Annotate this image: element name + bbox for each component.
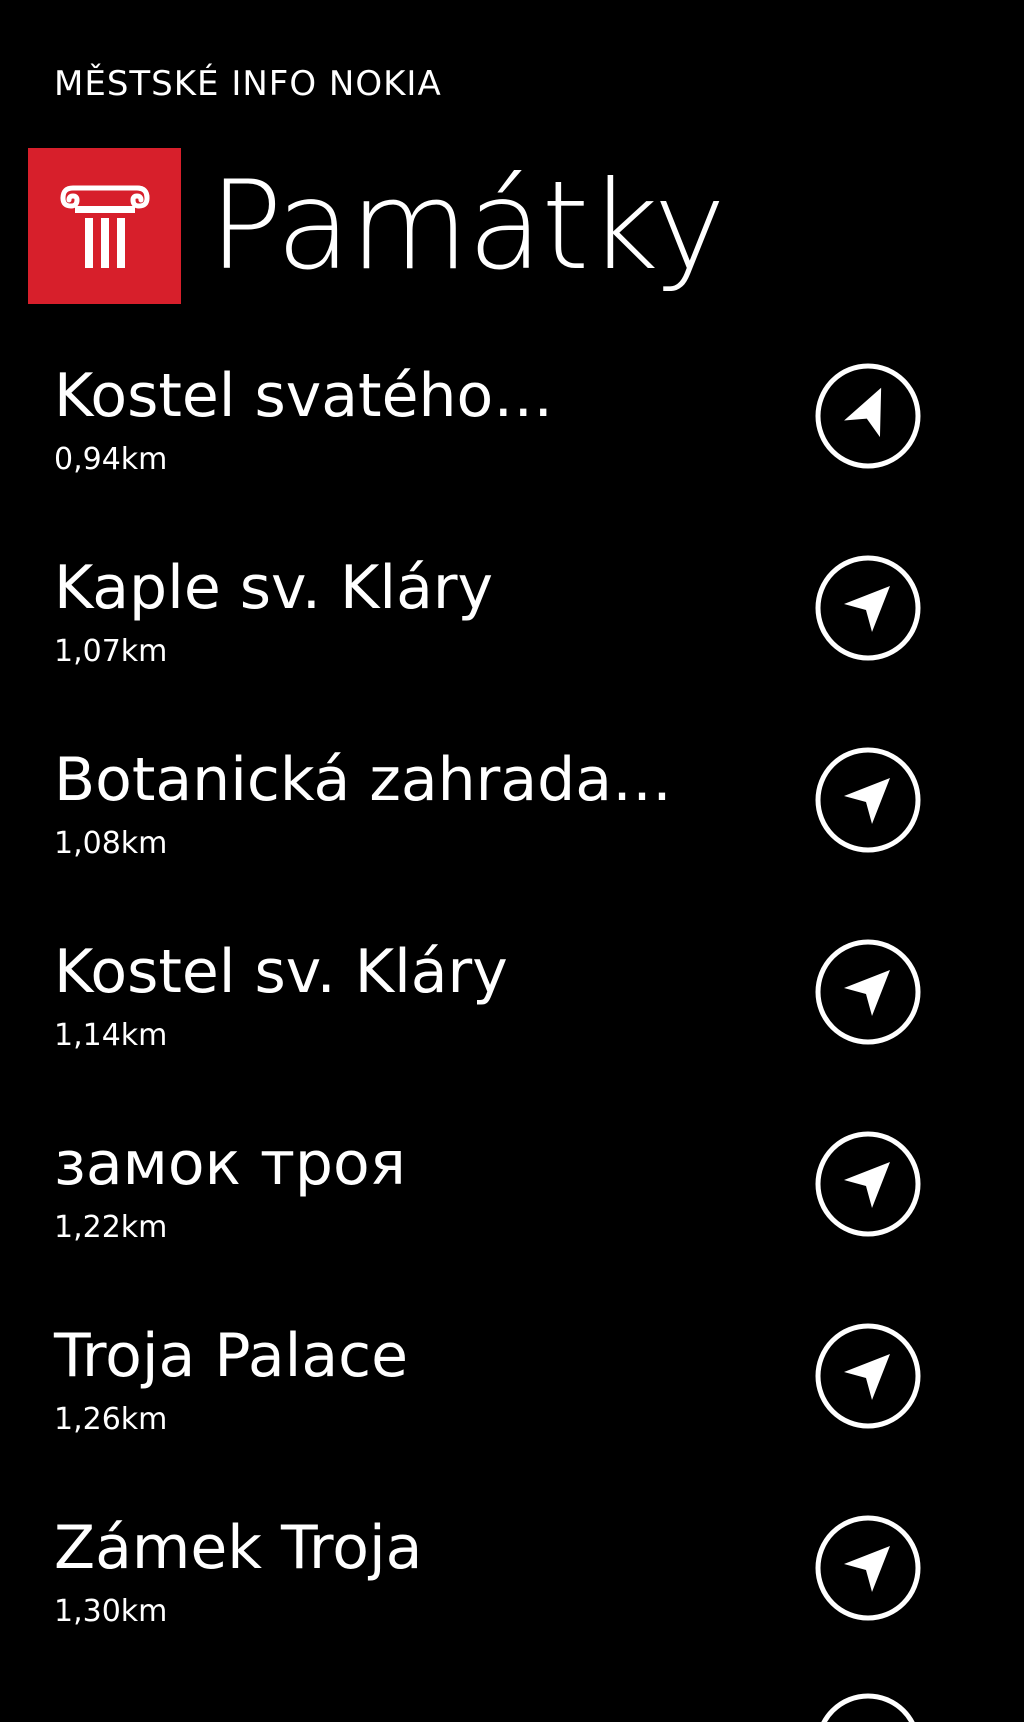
- navigate-arrow-icon: [815, 1323, 921, 1429]
- list-item[interactable]: замок троя 1,22km: [0, 1120, 1024, 1312]
- page-header: Památky: [28, 148, 726, 304]
- navigate-button[interactable]: [814, 1130, 922, 1238]
- place-distance: 1,30km: [54, 1594, 168, 1629]
- app-title: MĚSTSKÉ INFO NOKIA: [54, 64, 442, 104]
- place-distance: 1,08km: [54, 826, 168, 861]
- navigate-button-partial[interactable]: [814, 1692, 922, 1722]
- place-distance: 0,94km: [54, 442, 168, 477]
- page-title: Památky: [209, 155, 726, 297]
- list-item[interactable]: Zámek Troja 1,30km: [0, 1504, 1024, 1696]
- list-item[interactable]: Botanická zahrada… 1,08km: [0, 736, 1024, 928]
- list-item[interactable]: Troja Palace 1,26km: [0, 1312, 1024, 1504]
- navigate-arrow-icon: [815, 1131, 921, 1237]
- list-item[interactable]: Kostel svatého… 0,94km: [0, 352, 1024, 544]
- navigate-arrow-icon: [815, 1515, 921, 1621]
- place-name: Kostel svatého…: [54, 361, 554, 431]
- place-name: Kaple sv. Kláry: [54, 553, 494, 623]
- navigate-arrow-icon: [821, 1693, 915, 1722]
- navigate-button[interactable]: [814, 1514, 922, 1622]
- navigate-arrow-icon: [815, 939, 921, 1045]
- place-name: Zámek Troja: [54, 1513, 423, 1583]
- place-name: Kostel sv. Kláry: [54, 937, 508, 1007]
- place-distance: 1,22km: [54, 1210, 168, 1245]
- navigate-button[interactable]: [814, 746, 922, 854]
- place-distance: 1,26km: [54, 1402, 168, 1437]
- list-item[interactable]: Kaple sv. Kláry 1,07km: [0, 544, 1024, 736]
- place-distance: 1,14km: [54, 1018, 168, 1053]
- navigate-arrow-icon: [815, 747, 921, 853]
- navigate-button[interactable]: [814, 554, 922, 662]
- place-name: Botanická zahrada…: [54, 745, 672, 815]
- column-icon: [60, 185, 150, 268]
- navigate-button[interactable]: [814, 938, 922, 1046]
- place-name: замок троя: [54, 1129, 406, 1199]
- navigate-arrow-icon: [815, 555, 921, 661]
- category-tile: [28, 148, 181, 304]
- place-distance: 1,07km: [54, 634, 168, 669]
- place-name: Troja Palace: [54, 1321, 408, 1391]
- list-item[interactable]: Kostel sv. Kláry 1,14km: [0, 928, 1024, 1120]
- navigate-arrow-icon: [815, 363, 921, 469]
- navigate-button[interactable]: [814, 1322, 922, 1430]
- places-list: Kostel svatého… 0,94km Kaple sv. Kláry 1…: [0, 352, 1024, 1696]
- navigate-button[interactable]: [814, 362, 922, 470]
